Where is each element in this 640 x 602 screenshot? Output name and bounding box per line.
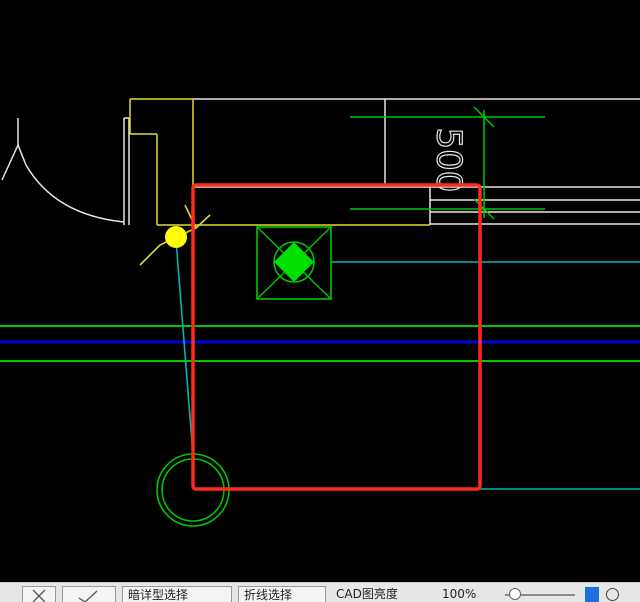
check-icon[interactable] xyxy=(62,586,116,602)
btn-1[interactable]: 暗详型选择 xyxy=(122,586,232,602)
service-lines xyxy=(0,325,640,362)
wall-outline xyxy=(123,98,640,225)
yellow-marker xyxy=(139,204,211,266)
selection-rectangle xyxy=(191,183,482,491)
btn-2[interactable]: 折线选择 xyxy=(238,586,326,602)
dimension-text: 500 xyxy=(429,128,469,193)
cross-icon[interactable] xyxy=(22,586,56,602)
cyan-pipes xyxy=(175,239,640,490)
cad-canvas[interactable]: 500 xyxy=(0,0,640,582)
opacity-label: CAD图亮度 xyxy=(336,587,398,601)
info-button[interactable] xyxy=(606,588,619,601)
scroll-thumb[interactable] xyxy=(585,587,599,602)
floor-drain-symbol xyxy=(256,226,332,300)
opacity-value: 100% xyxy=(442,587,477,601)
status-bar: 暗详型选择 折线选择 CAD图亮度 100% xyxy=(0,582,640,602)
door-swing-arc xyxy=(1,118,125,223)
opacity-slider-thumb[interactable] xyxy=(509,588,521,600)
